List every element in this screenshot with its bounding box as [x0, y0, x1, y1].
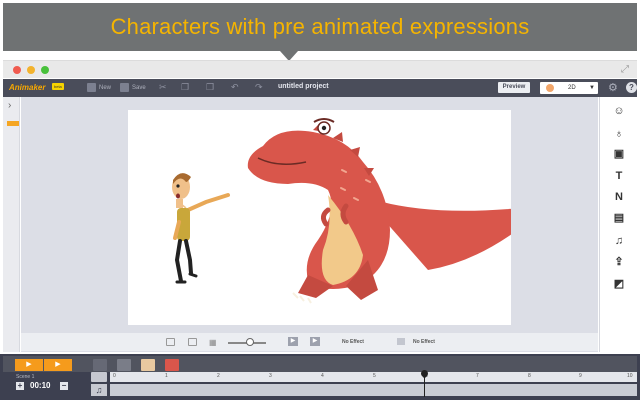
tick-label: 3 [269, 373, 272, 379]
scene-illustration [172, 118, 548, 304]
help-icon[interactable]: ? [626, 82, 637, 93]
browser-titlebar: ⤢ [3, 60, 637, 78]
dinosaur-character[interactable] [247, 118, 548, 304]
tick-label: 4 [321, 373, 324, 379]
mode-value: 2D [568, 85, 576, 91]
camera-icon[interactable] [91, 372, 107, 382]
music-icon[interactable]: ♫ [91, 384, 107, 396]
dinosaur-thumb[interactable] [165, 359, 179, 371]
chevron-right-icon[interactable]: › [8, 100, 11, 111]
save-button[interactable]: Save [120, 83, 146, 92]
man-thumb[interactable] [141, 359, 155, 371]
camera-thumb[interactable] [93, 359, 107, 371]
man-character[interactable] [172, 173, 230, 284]
prop-icon[interactable]: ♁ [613, 127, 625, 141]
timeline-toolbar: ▶ ▶ [3, 356, 637, 372]
app-logo: Animaker [9, 83, 46, 92]
copy-icon[interactable]: ❐ [181, 82, 189, 93]
text-icon[interactable]: T [613, 169, 625, 183]
scene-items [93, 358, 193, 372]
character-face-icon [546, 84, 554, 92]
new-button[interactable]: New [87, 83, 111, 92]
effect-icon[interactable] [397, 338, 405, 345]
tick-label: 2 [217, 373, 220, 379]
cut-icon[interactable]: ✂ [159, 82, 167, 93]
play-from-start-button[interactable]: ▶ [44, 359, 72, 371]
workarea: ▦ ▶ ▶ No Effect No Effect [21, 97, 598, 352]
caption-banner: Characters with pre animated expressions [3, 3, 637, 51]
background-icon[interactable]: ◩ [613, 277, 625, 291]
maximize-window-button[interactable] [41, 66, 49, 74]
play-all-button[interactable]: ▶ [310, 337, 320, 346]
zoom-actual-icon[interactable] [188, 338, 197, 346]
music-note-icon[interactable]: ♫ [613, 234, 625, 248]
zoom-slider-handle[interactable] [246, 338, 254, 346]
item-thumb[interactable] [117, 359, 131, 371]
mode-select[interactable]: 2D ▼ [540, 82, 598, 94]
tick-label: 10 [627, 373, 633, 379]
tick-label: 7 [476, 373, 479, 379]
undo-icon[interactable]: ↶ [231, 82, 239, 93]
stage-canvas[interactable] [128, 110, 548, 325]
time-ruler[interactable]: 0 1 2 3 4 5 6 7 8 9 10 [110, 372, 637, 382]
image-icon[interactable]: ▣ [613, 147, 625, 161]
scene-panel: › [3, 97, 20, 352]
duration-value: 00:10 [30, 381, 51, 390]
video-icon[interactable]: ▤ [613, 211, 625, 225]
paste-icon[interactable]: ❒ [206, 82, 214, 93]
add-time-button[interactable]: + [16, 382, 24, 390]
project-title[interactable]: untitled project [278, 83, 329, 90]
upload-icon[interactable]: ⇪ [613, 255, 625, 269]
play-scene-button[interactable]: ▶ [288, 337, 298, 346]
minimize-window-button[interactable] [27, 66, 35, 74]
redo-icon[interactable]: ↷ [255, 82, 263, 93]
number-icon[interactable]: N [613, 190, 625, 204]
audio-track[interactable] [110, 384, 637, 396]
preview-button[interactable]: Preview [498, 82, 530, 93]
play-button[interactable]: ▶ [15, 359, 43, 371]
tick-label: 0 [113, 373, 116, 379]
duration-control: + 00:10 − [16, 381, 74, 391]
beta-badge: beta [52, 83, 64, 90]
enter-effect-label[interactable]: No Effect [342, 339, 364, 345]
timeline-panel: ▶ ▶ Scene 1 + 00:10 − ♫ 0 1 2 3 4 5 6 7 … [0, 354, 640, 400]
canvas-controls: ▦ ▶ ▶ No Effect No Effect [21, 333, 598, 351]
fullscreen-icon[interactable]: ⤢ [621, 64, 629, 75]
zoom-fit-icon[interactable] [166, 338, 175, 346]
scene-label: Scene 1 [16, 374, 35, 380]
grid-icon[interactable]: ▦ [209, 338, 217, 347]
exit-effect-label[interactable]: No Effect [413, 339, 435, 345]
tick-label: 5 [373, 373, 376, 379]
playhead[interactable] [424, 371, 425, 397]
asset-sidebar: ☺ ♁ ▣ T N ▤ ♫ ⇪ ◩ [599, 97, 637, 352]
tick-label: 1 [165, 373, 168, 379]
new-label: New [99, 84, 112, 91]
tick-label: 9 [579, 373, 582, 379]
caption-text: Characters with pre animated expressions [110, 14, 530, 39]
app-toolbar: Animaker beta New Save ✂ ❐ ❒ ↶ ↷ untitle… [3, 79, 637, 97]
tick-label: 8 [528, 373, 531, 379]
gear-icon[interactable]: ⚙ [608, 81, 618, 94]
chevron-down-icon: ▼ [589, 85, 595, 91]
new-file-icon [87, 83, 96, 92]
close-window-button[interactable] [13, 66, 21, 74]
save-label: Save [132, 84, 146, 91]
remove-time-button[interactable]: − [60, 382, 68, 390]
character-icon[interactable]: ☺ [613, 104, 625, 118]
scene-marker[interactable] [7, 121, 19, 126]
save-icon [120, 83, 129, 92]
